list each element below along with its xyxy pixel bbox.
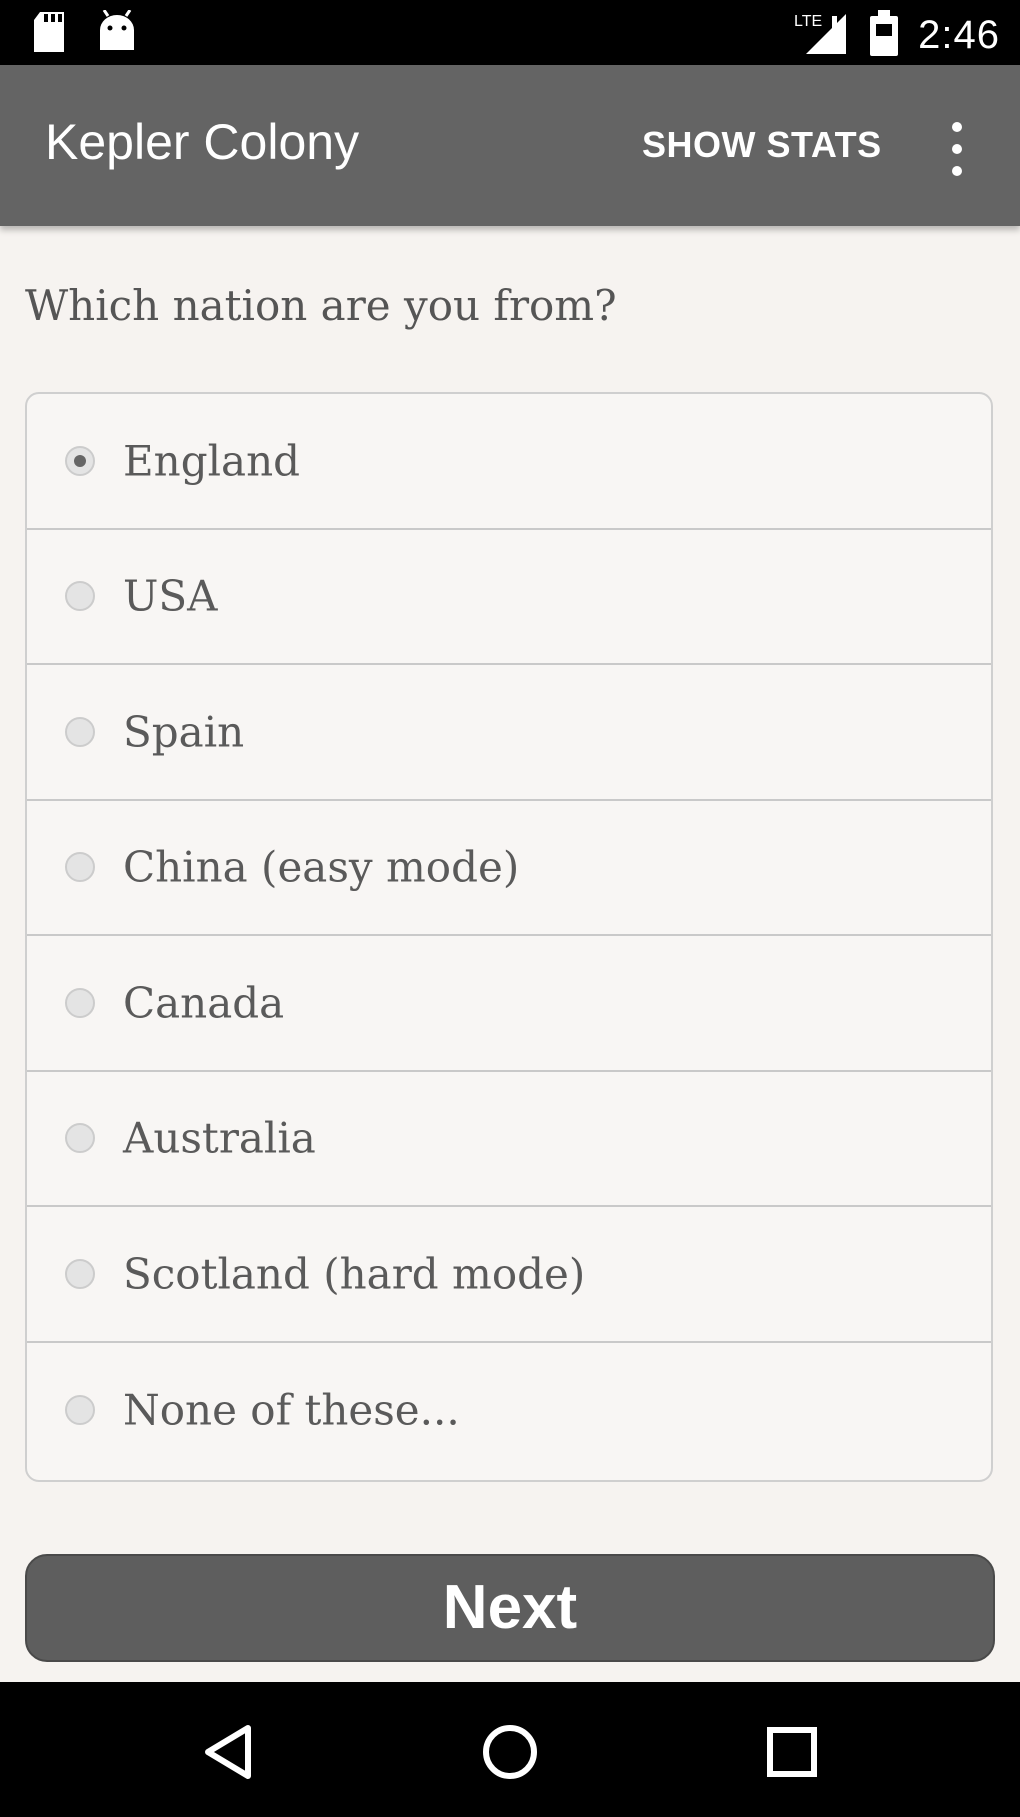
radio-button[interactable] bbox=[65, 1395, 95, 1426]
radio-button[interactable] bbox=[65, 987, 95, 1018]
option-label: None of these... bbox=[123, 1385, 460, 1435]
option-row[interactable]: Spain bbox=[27, 665, 991, 801]
option-row[interactable]: China (easy mode) bbox=[27, 801, 991, 936]
radio-button[interactable] bbox=[65, 716, 95, 747]
radio-button-selected[interactable] bbox=[65, 445, 95, 476]
status-bar: LTE 2:46 bbox=[0, 0, 1020, 65]
option-row[interactable]: England bbox=[27, 394, 991, 530]
option-label: USA bbox=[123, 571, 218, 621]
question-text: Which nation are you from? bbox=[25, 281, 617, 330]
option-label: Spain bbox=[123, 707, 245, 757]
radio-button[interactable] bbox=[65, 852, 95, 883]
status-time: 2:46 bbox=[918, 13, 1000, 57]
option-label: China (easy mode) bbox=[123, 842, 520, 892]
home-icon[interactable] bbox=[470, 1712, 550, 1792]
option-label: Canada bbox=[123, 978, 285, 1028]
option-label: England bbox=[123, 436, 301, 486]
option-label: Australia bbox=[123, 1113, 316, 1163]
next-button[interactable]: Next bbox=[25, 1554, 995, 1662]
option-row[interactable]: Scotland (hard mode) bbox=[27, 1207, 991, 1343]
option-row[interactable]: Canada bbox=[27, 936, 991, 1072]
android-icon bbox=[96, 9, 138, 59]
radio-button[interactable] bbox=[65, 1123, 95, 1154]
app-bar: Kepler Colony SHOW STATS bbox=[0, 65, 1020, 226]
back-icon[interactable] bbox=[190, 1712, 270, 1792]
more-vert-icon[interactable] bbox=[940, 120, 974, 180]
option-row[interactable]: USA bbox=[27, 530, 991, 665]
nav-bar bbox=[0, 1682, 1020, 1817]
options-list: England USA Spain China (easy mode) Canada Au… bbox=[25, 392, 993, 1482]
radio-button[interactable] bbox=[65, 581, 95, 612]
radio-button[interactable] bbox=[65, 1258, 95, 1289]
option-row[interactable]: Australia bbox=[27, 1072, 991, 1207]
svg-text:LTE: LTE bbox=[794, 13, 822, 30]
option-row[interactable]: None of these... bbox=[27, 1343, 991, 1479]
recents-icon[interactable] bbox=[752, 1712, 832, 1792]
show-stats-button[interactable]: SHOW STATS bbox=[642, 127, 882, 163]
sd-card-icon bbox=[30, 10, 68, 59]
battery-icon bbox=[868, 8, 900, 63]
option-label: Scotland (hard mode) bbox=[123, 1249, 586, 1299]
signal-icon: LTE bbox=[794, 8, 850, 63]
app-title: Kepler Colony bbox=[45, 114, 360, 170]
